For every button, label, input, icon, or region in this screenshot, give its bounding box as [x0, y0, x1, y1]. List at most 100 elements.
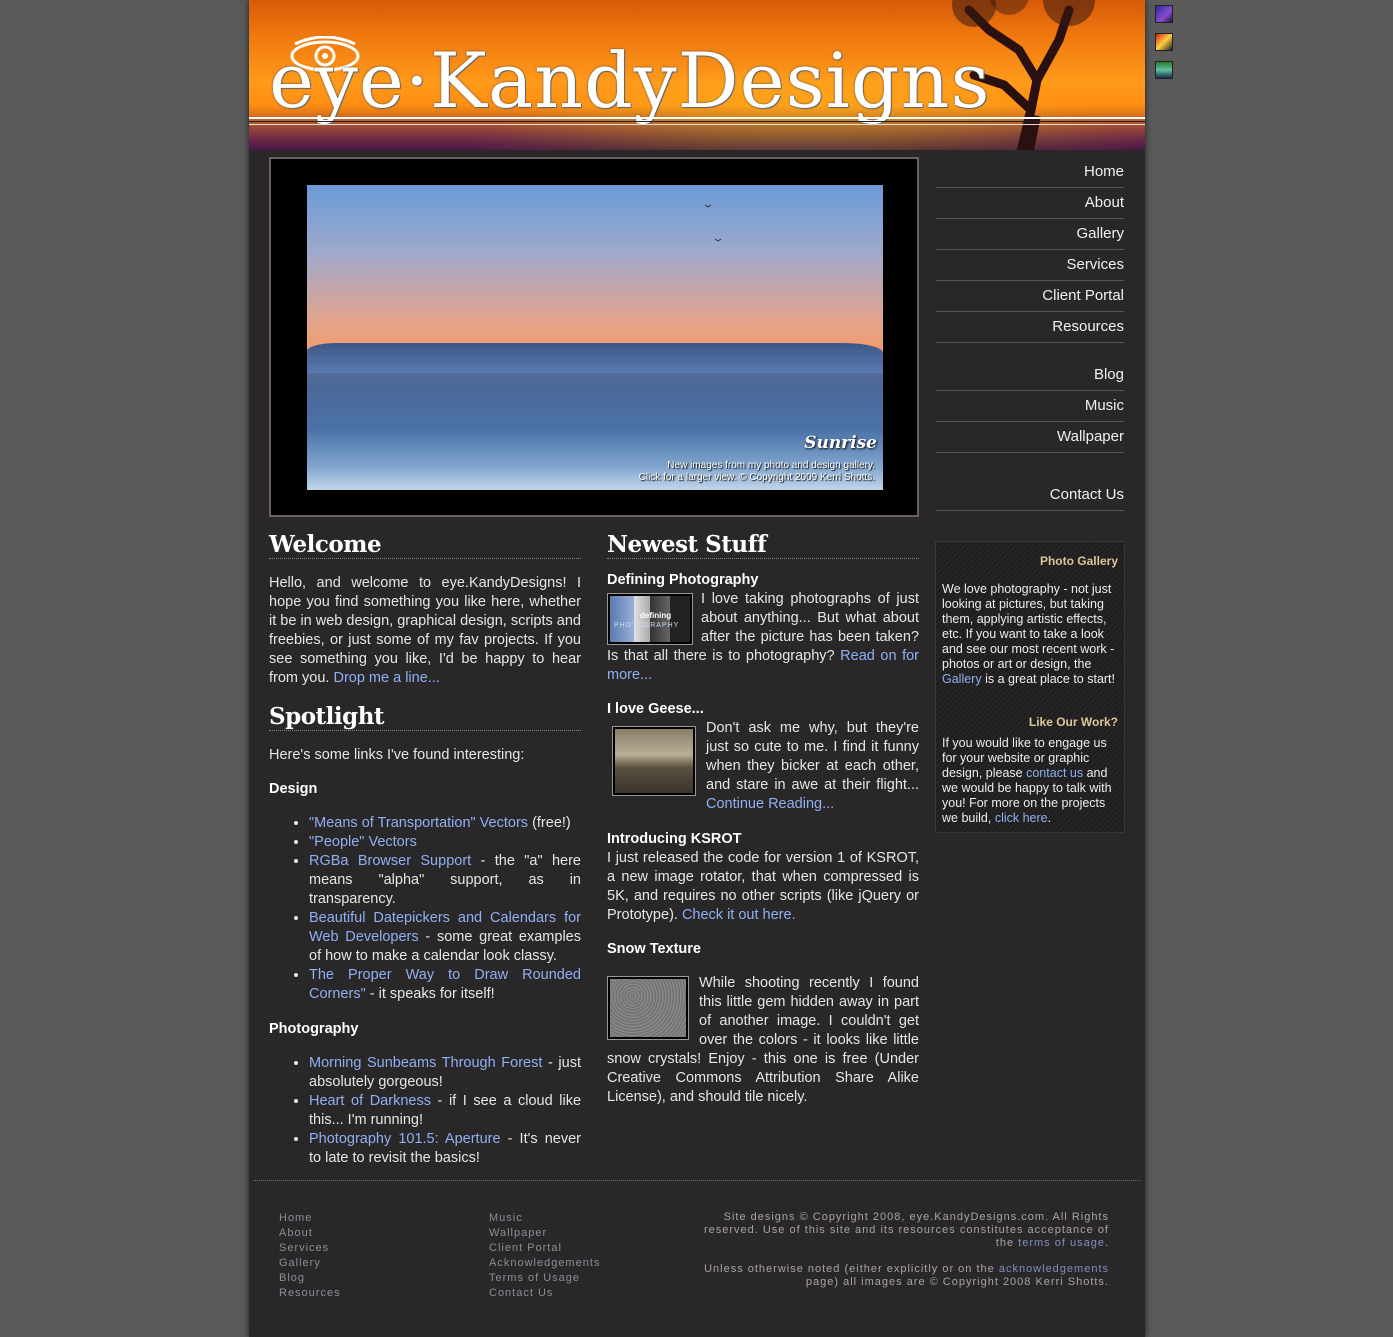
- list-item: The Proper Way to Draw Rounded Corners" …: [309, 966, 581, 1004]
- header-rule: [249, 117, 1145, 119]
- side-thumbnail-1[interactable]: [1155, 5, 1173, 23]
- photography-links-list: Morning Sunbeams Through Forest - just a…: [269, 1054, 581, 1168]
- slide-caption-line: New images from my photo and design gall…: [667, 460, 875, 471]
- birds-icon: [704, 204, 722, 242]
- side-thumbnail-3[interactable]: [1155, 61, 1173, 79]
- sidebox-text: .: [1047, 811, 1052, 825]
- read-more-link[interactable]: Check it out here.: [682, 907, 796, 923]
- slideshow-image[interactable]: Sunrise New images from my photo and des…: [307, 185, 883, 490]
- nav-gallery[interactable]: Gallery: [936, 219, 1124, 250]
- photography-label: Photography: [269, 1021, 359, 1037]
- list-item: Heart of Darkness - if I see a cloud lik…: [309, 1092, 581, 1130]
- spotlight-heading: Spotlight: [269, 704, 581, 731]
- news-item: While shooting recently I found this lit…: [607, 974, 919, 1107]
- spotlight-link[interactable]: "Means of Transportation" Vectors: [309, 815, 528, 831]
- nav-about[interactable]: About: [936, 188, 1124, 219]
- nav-blog[interactable]: Blog: [936, 360, 1124, 391]
- image-copyright-notice: Unless otherwise noted (either explicitl…: [699, 1263, 1109, 1289]
- footer-link[interactable]: Contact Us: [489, 1286, 600, 1301]
- spotlight-link[interactable]: "People" Vectors: [309, 834, 417, 850]
- list-item: "People" Vectors: [309, 833, 581, 852]
- slide-caption-title: Sunrise: [804, 433, 877, 453]
- news-item: defining PHOTOGRAPHY I love taking photo…: [607, 590, 919, 685]
- news-item-title[interactable]: Introducing KSROT: [607, 830, 919, 849]
- legal-text: .: [1104, 1237, 1109, 1249]
- drop-me-a-line-link[interactable]: Drop me a line...: [333, 670, 439, 686]
- copyright-notice: Site designs © Copyright 2008, eye.Kandy…: [699, 1211, 1109, 1250]
- footer-link[interactable]: Acknowledgements: [489, 1256, 600, 1271]
- photo-gallery-text: We love photography - not just looking a…: [942, 582, 1118, 687]
- footer-link[interactable]: About: [279, 1226, 341, 1241]
- spotlight-intro: Here's some links I've found interesting…: [269, 747, 525, 763]
- footer-link[interactable]: Wallpaper: [489, 1226, 600, 1241]
- news-item-title[interactable]: I love Geese...: [607, 700, 919, 719]
- slide-caption-line: Click for a larger view. © Copyright 200…: [638, 472, 875, 483]
- footer-link[interactable]: Resources: [279, 1286, 341, 1301]
- spotlight-link[interactable]: Photography 101.5: Aperture: [309, 1131, 501, 1147]
- news-item: I just released the code for version 1 o…: [607, 849, 919, 925]
- read-more-link[interactable]: Continue Reading...: [706, 796, 834, 812]
- footer-link[interactable]: Music: [489, 1211, 600, 1226]
- defining-photography-thumbnail[interactable]: defining PHOTOGRAPHY: [607, 593, 693, 645]
- contact-us-link[interactable]: contact us: [1026, 766, 1083, 780]
- footer-link[interactable]: Client Portal: [489, 1241, 600, 1256]
- acknowledgements-link[interactable]: acknowledgements: [999, 1263, 1109, 1275]
- gallery-link[interactable]: Gallery: [942, 672, 982, 686]
- legal-text: page) all images are © Copyright 2008 Ke…: [805, 1276, 1109, 1288]
- list-item: Morning Sunbeams Through Forest - just a…: [309, 1054, 581, 1092]
- like-our-work-title: Like Our Work?: [1028, 715, 1118, 729]
- news-item-title[interactable]: Snow Texture: [607, 940, 919, 959]
- list-item: Photography 101.5: Aperture - It's never…: [309, 1130, 581, 1168]
- news-item: Don't ask me why, but they're just so cu…: [607, 719, 919, 814]
- list-item: "Means of Transportation" Vectors (free!…: [309, 814, 581, 833]
- welcome-heading: Welcome: [269, 532, 581, 559]
- nav-music[interactable]: Music: [936, 391, 1124, 422]
- nav-wallpaper[interactable]: Wallpaper: [936, 422, 1124, 453]
- main-nav: Home About Gallery Services Client Porta…: [936, 157, 1124, 511]
- newest-column: Newest Stuff Defining Photography defini…: [607, 532, 919, 1107]
- spotlight-link[interactable]: Heart of Darkness: [309, 1093, 431, 1109]
- snow-texture-thumbnail[interactable]: [607, 976, 689, 1040]
- spotlight-link[interactable]: RGBa Browser Support: [309, 853, 471, 869]
- design-label: Design: [269, 781, 318, 797]
- footer-link[interactable]: Home: [279, 1211, 341, 1226]
- header-rule: [249, 124, 1145, 125]
- cloud-bank: [307, 343, 883, 373]
- nav-client-portal[interactable]: Client Portal: [936, 281, 1124, 312]
- side-thumbnail-2[interactable]: [1155, 33, 1173, 51]
- footer-links-col1: Home About Services Gallery Blog Resourc…: [279, 1211, 341, 1301]
- footer-link[interactable]: Blog: [279, 1271, 341, 1286]
- footer-link[interactable]: Gallery: [279, 1256, 341, 1271]
- footer-link[interactable]: Services: [279, 1241, 341, 1256]
- spotlight-link[interactable]: Morning Sunbeams Through Forest: [309, 1055, 542, 1071]
- page-container: eye·KandyDesigns Sunrise New images from…: [249, 0, 1145, 1337]
- geese-thumbnail[interactable]: [612, 726, 696, 796]
- nav-services[interactable]: Services: [936, 250, 1124, 281]
- footer-links-col2: Music Wallpaper Client Portal Acknowledg…: [489, 1211, 600, 1301]
- header-rule: [249, 121, 1145, 122]
- sidebox-text: is a great place to start!: [985, 672, 1116, 686]
- footer-link[interactable]: Terms of Usage: [489, 1271, 600, 1286]
- nav-resources[interactable]: Resources: [936, 312, 1124, 343]
- like-our-work-text: If you would like to engage us for your …: [942, 736, 1118, 826]
- news-item-title[interactable]: Defining Photography: [607, 571, 919, 590]
- welcome-text: Hello, and welcome to eye.KandyDesigns! …: [269, 574, 581, 688]
- sidebar-box: Photo Gallery We love photography - not …: [935, 541, 1125, 833]
- footer-legal: Site designs © Copyright 2008, eye.Kandy…: [699, 1211, 1109, 1289]
- nav-contact[interactable]: Contact Us: [936, 480, 1124, 511]
- list-item: Beautiful Datepickers and Calendars for …: [309, 909, 581, 966]
- design-links-list: "Means of Transportation" Vectors (free!…: [269, 814, 581, 1004]
- nav-home[interactable]: Home: [936, 157, 1124, 188]
- left-column: Welcome Hello, and welcome to eye.KandyD…: [269, 532, 581, 1168]
- sidebox-text: We love photography - not just looking a…: [942, 582, 1115, 671]
- site-header[interactable]: eye·KandyDesigns: [249, 0, 1145, 150]
- click-here-link[interactable]: click here: [995, 811, 1048, 825]
- terms-of-usage-link[interactable]: terms of usage: [1018, 1237, 1105, 1249]
- list-item: RGBa Browser Support - the "a" here mean…: [309, 852, 581, 909]
- footer-divider: [254, 1180, 1140, 1181]
- site-logo-text[interactable]: eye·KandyDesigns: [269, 36, 991, 126]
- legal-text: Unless otherwise noted (either explicitl…: [704, 1263, 995, 1275]
- news-item-text: Don't ask me why, but they're just so cu…: [706, 720, 919, 793]
